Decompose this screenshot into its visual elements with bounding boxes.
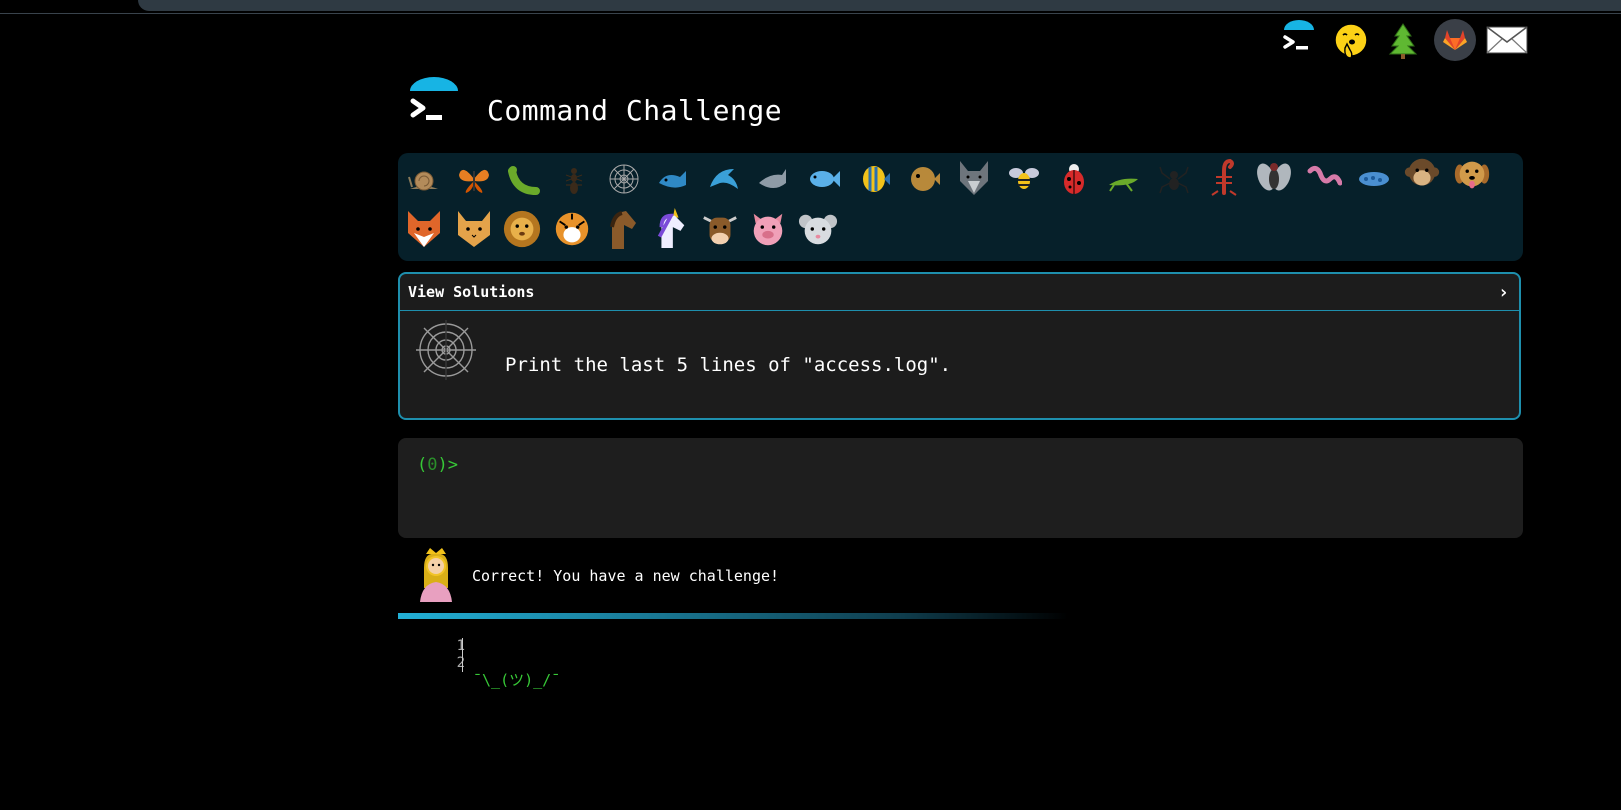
prompt-open: ( — [417, 455, 428, 475]
line-number: 1 — [456, 638, 465, 654]
fox-icon[interactable] — [404, 209, 444, 249]
envelope-icon[interactable] — [1485, 18, 1529, 62]
blowfish-icon[interactable] — [904, 159, 944, 199]
princess-icon — [414, 548, 458, 602]
challenge-animals-panel — [398, 153, 1523, 261]
mouse-icon[interactable] — [798, 209, 838, 249]
browser-tab-bar — [138, 0, 1621, 11]
gutter-divider — [462, 638, 463, 672]
scorpion-icon[interactable] — [1204, 157, 1244, 197]
terminal-input-area[interactable]: (0)> — [398, 438, 1523, 538]
lion-icon[interactable] — [502, 209, 542, 249]
browser-top-strip — [0, 0, 1621, 14]
dolphin-gray-icon[interactable] — [754, 159, 794, 199]
whale-icon[interactable] — [654, 159, 694, 199]
header-logo — [406, 76, 462, 134]
top-nav — [1277, 18, 1529, 62]
progress-bar — [398, 613, 1068, 619]
spider-web-icon[interactable] — [604, 159, 644, 199]
ant-icon[interactable] — [554, 159, 594, 199]
terminal-prompt: (0)> — [417, 455, 458, 475]
terminal-logo-icon[interactable] — [1277, 18, 1321, 62]
command-output: ¯\_(ツ)_/¯ — [473, 638, 560, 740]
spider-web-icon — [414, 318, 478, 382]
status-message: Correct! You have a new challenge! — [472, 567, 780, 585]
tropical-fish-icon[interactable] — [854, 159, 894, 199]
snail-icon[interactable] — [404, 159, 444, 199]
unicorn-icon[interactable] — [650, 208, 690, 249]
shushing-face-icon[interactable] — [1329, 18, 1373, 62]
gitlab-icon[interactable] — [1433, 18, 1477, 62]
line-number: 2 — [456, 655, 465, 671]
terminal-logo-icon[interactable] — [406, 77, 462, 133]
wolf-icon[interactable] — [954, 157, 994, 197]
ladybug-icon[interactable] — [1054, 159, 1094, 199]
dolphin-icon[interactable] — [704, 159, 744, 199]
cricket-icon[interactable] — [1104, 159, 1144, 199]
fish-icon[interactable] — [804, 159, 844, 199]
fly-icon[interactable] — [1254, 157, 1294, 197]
spider-icon[interactable] — [1154, 159, 1194, 199]
cat-icon[interactable] — [454, 209, 494, 249]
challenge-description: Print the last 5 lines of "access.log". — [505, 354, 952, 376]
bug-icon[interactable] — [504, 159, 544, 199]
dog-icon[interactable] — [1452, 155, 1492, 195]
view-solutions-label[interactable]: View Solutions — [408, 283, 534, 301]
output-line: ¯\_(ツ)_/¯ — [473, 671, 561, 689]
prompt-close: )> — [437, 455, 458, 475]
view-solutions-toggle[interactable]: View Solutions › — [400, 274, 1519, 311]
chevron-right-icon[interactable]: › — [1498, 282, 1509, 303]
cow-icon[interactable] — [700, 209, 740, 249]
bee-icon[interactable] — [1004, 159, 1044, 199]
line-numbers: 1 2 — [430, 638, 465, 672]
browser-divider — [0, 13, 1621, 14]
butterfly-icon[interactable] — [454, 159, 494, 199]
prompt-count: 0 — [427, 455, 438, 475]
page-title: Command Challenge — [487, 94, 783, 127]
evergreen-tree-icon[interactable] — [1381, 18, 1425, 62]
worm-icon[interactable] — [1304, 159, 1344, 199]
tiger-icon[interactable] — [552, 209, 592, 249]
pig-icon[interactable] — [748, 209, 788, 249]
horse-icon[interactable] — [602, 209, 642, 249]
microbe-icon[interactable] — [1354, 159, 1394, 199]
monkey-icon[interactable] — [1402, 155, 1442, 195]
challenge-card: View Solutions › Print the last 5 lines … — [398, 272, 1521, 420]
